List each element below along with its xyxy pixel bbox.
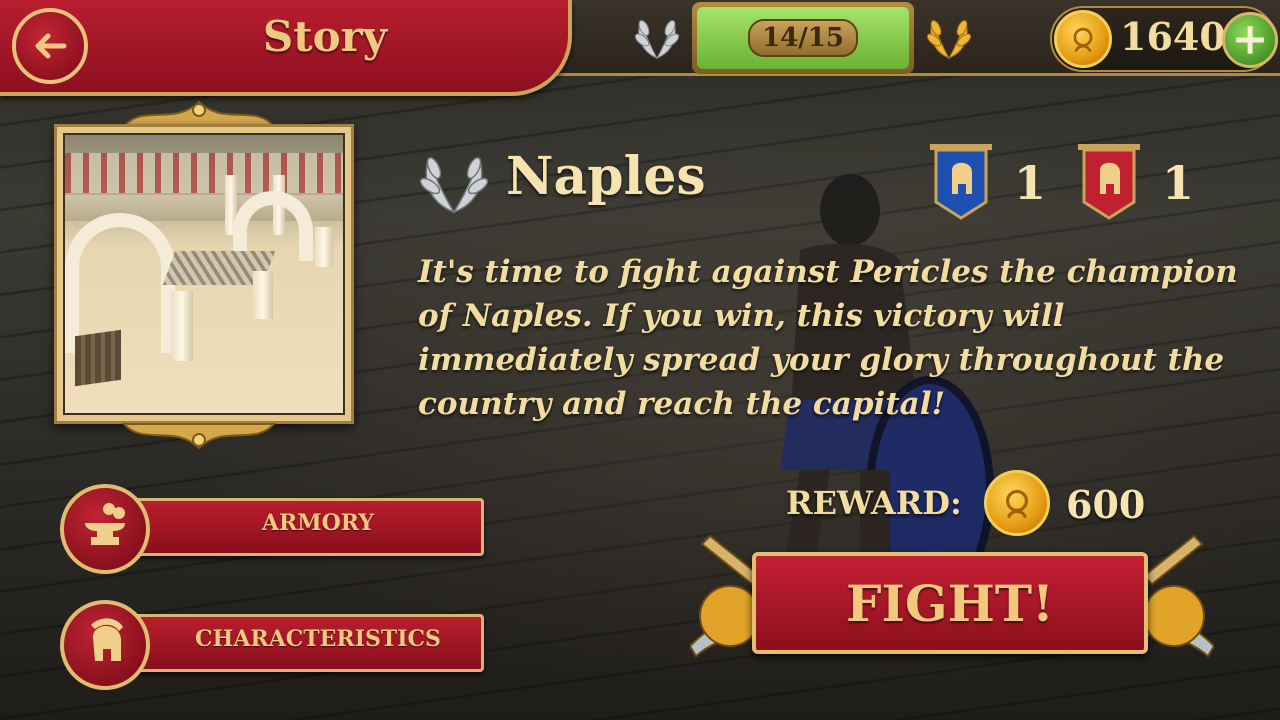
- fight-button[interactable]: FIGHT!: [752, 552, 1148, 654]
- helmet-icon: [60, 600, 150, 690]
- red-helmet-banner-icon: [1076, 140, 1142, 224]
- campaign-progress: 14/15: [692, 2, 914, 74]
- location-preview: [54, 124, 354, 424]
- back-arrow-icon: [35, 33, 67, 59]
- ally-count: 1: [1013, 156, 1046, 210]
- enemy-count: 1: [1161, 156, 1194, 210]
- characteristics-button[interactable]: CHARACTERISTICS: [48, 600, 484, 690]
- silver-laurel-icon: [414, 144, 494, 220]
- armory-button[interactable]: ARMORY: [48, 484, 484, 574]
- arena-image: [63, 133, 345, 415]
- level-title: Naples: [506, 146, 706, 207]
- blue-helmet-banner-icon: [928, 140, 994, 224]
- plus-icon: +: [1231, 14, 1269, 65]
- silver-laurel-icon: [628, 8, 686, 66]
- progress-bar: 14/15: [697, 7, 909, 69]
- progress-counter: 14/15: [748, 19, 858, 57]
- gold-coin-icon: [1054, 10, 1112, 68]
- progress-separator: /: [798, 23, 808, 53]
- anvil-icon: [60, 484, 150, 574]
- coin-count: 1640: [1120, 14, 1226, 59]
- armory-label: ARMORY: [261, 510, 375, 536]
- back-button[interactable]: [12, 8, 88, 84]
- gold-laurel-icon: [920, 8, 978, 66]
- characteristics-label: CHARACTERISTICS: [195, 626, 441, 652]
- fight-area: FIGHT!: [690, 516, 1214, 666]
- page-title: Story: [262, 12, 388, 61]
- level-description: It's time to fight against Pericles the …: [418, 254, 1238, 422]
- add-coins-button[interactable]: +: [1222, 12, 1278, 68]
- frame-ornament-bottom: [114, 420, 284, 454]
- progress-current: 14: [762, 23, 799, 53]
- progress-total: 15: [807, 23, 844, 53]
- story-banner: Story: [0, 0, 572, 96]
